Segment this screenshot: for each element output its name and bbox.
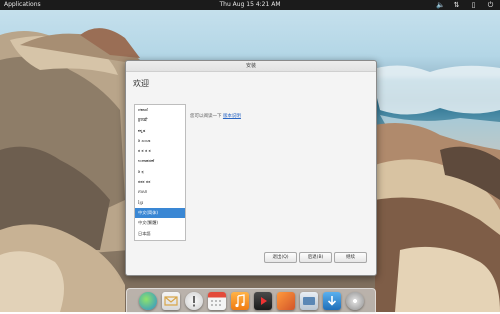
- language-item[interactable]: ಚವಾಣಿ: [135, 105, 185, 115]
- release-notes-link[interactable]: 版本说明: [223, 114, 241, 119]
- hint-text: 您可以阅读一下: [190, 114, 222, 119]
- language-item[interactable]: ಉದಾಹರಣೆ: [135, 156, 185, 166]
- installer-window: 安装 欢迎 ಚವಾಣಿ ਕੁਲਫ਼ੀ ಕನ್ನಡ ಠಿ ಎಂಬಾ ಠ ಠ ಠ ಠ…: [125, 60, 377, 276]
- calendar-icon[interactable]: [207, 292, 226, 310]
- release-notes-hint: 您可以阅读一下 版本说明: [190, 113, 241, 119]
- video-icon[interactable]: [253, 292, 272, 310]
- welcome-heading: 欢迎: [133, 79, 149, 88]
- back-button[interactable]: 后退(B): [299, 252, 332, 263]
- language-item[interactable]: ਕੁਲਫ਼ੀ: [135, 115, 185, 125]
- language-item[interactable]: ភាសា: [135, 187, 185, 197]
- language-item[interactable]: ಠಿ ಎಂಬಾ: [135, 136, 185, 146]
- language-item[interactable]: 日本語: [135, 229, 185, 239]
- app-center-icon[interactable]: [322, 292, 341, 310]
- top-panel: Applications Thu Aug 15 4:21 AM 🔈 ⇅ ▯ ⏻: [0, 0, 500, 10]
- mail-icon[interactable]: [161, 292, 180, 310]
- system-settings-icon[interactable]: [299, 292, 318, 310]
- power-icon[interactable]: ⏻: [487, 0, 494, 10]
- continue-button[interactable]: 继续: [334, 252, 367, 263]
- window-title[interactable]: 安装: [126, 61, 376, 72]
- battery-icon[interactable]: ▯: [470, 0, 477, 10]
- language-item[interactable]: ಠಠಠ ಠಠ: [135, 177, 185, 187]
- music-icon[interactable]: [230, 292, 249, 310]
- language-item[interactable]: ಕನ್ನಡ: [135, 126, 185, 136]
- language-item[interactable]: 中文(繁體): [135, 218, 185, 228]
- photos-icon[interactable]: [276, 292, 295, 310]
- system-tray: 🔈 ⇅ ▯ ⏻: [436, 0, 494, 10]
- language-item[interactable]: ಠಿ ಠ಼: [135, 167, 185, 177]
- panel-clock[interactable]: Thu Aug 15 4:21 AM: [0, 0, 500, 10]
- notification-icon[interactable]: [184, 292, 203, 310]
- quit-button[interactable]: 退出(Q): [264, 252, 297, 263]
- volume-icon[interactable]: 🔈: [436, 0, 445, 10]
- language-item[interactable]: ಠ ಠ ಠ ಠ: [135, 146, 185, 156]
- dock: [126, 288, 376, 314]
- installer-icon[interactable]: [345, 292, 364, 310]
- language-item[interactable]: ខ្មែរ: [135, 198, 185, 208]
- midori-icon[interactable]: [138, 292, 157, 310]
- language-item-selected[interactable]: 中文(简体): [135, 207, 185, 219]
- network-icon[interactable]: ⇅: [453, 0, 460, 10]
- language-list[interactable]: ಚವಾಣಿ ਕੁਲਫ਼ੀ ಕನ್ನಡ ಠಿ ಎಂಬಾ ಠ ಠ ಠ ಠ ಉದಾಹರ…: [134, 104, 186, 241]
